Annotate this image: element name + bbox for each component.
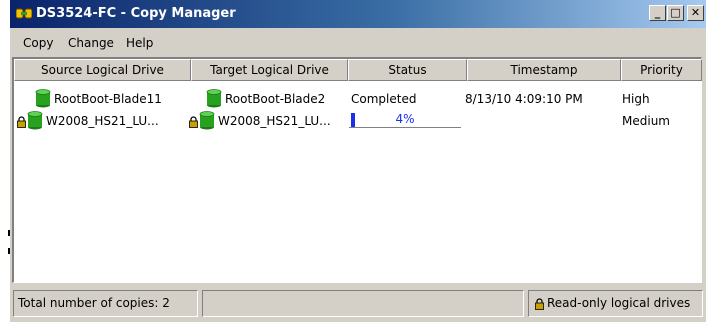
copy-priority: Medium xyxy=(622,114,670,128)
logical-drive-icon xyxy=(35,89,51,108)
copy-status: Completed xyxy=(351,92,417,106)
source-drive-name: W2008_HS21_LU... xyxy=(46,114,159,128)
menu-change[interactable]: Change xyxy=(68,36,114,50)
menu-bar: Copy Change Help xyxy=(10,28,706,56)
close-button[interactable]: ✕ xyxy=(687,5,704,21)
background-edge xyxy=(0,0,10,322)
legend-panel: Read-only logical drives xyxy=(528,290,703,317)
title-bar[interactable]: DS3524-FC - Copy Manager _ □ ✕ xyxy=(10,0,706,28)
status-middle-panel xyxy=(202,290,524,317)
menu-copy[interactable]: Copy xyxy=(23,36,53,50)
source-drive-name: RootBoot-Blade11 xyxy=(54,92,162,106)
copy-priority: High xyxy=(622,92,650,106)
window-title: DS3524-FC - Copy Manager xyxy=(36,6,236,21)
menu-help[interactable]: Help xyxy=(126,36,153,50)
column-header-priority[interactable]: Priority xyxy=(621,59,702,81)
total-copies-panel: Total number of copies: 2 xyxy=(13,290,198,317)
copy-timestamp: 8/13/10 4:09:10 PM xyxy=(465,92,583,106)
legend-text: Read-only logical drives xyxy=(547,296,691,310)
target-drive-name: W2008_HS21_LU... xyxy=(218,114,331,128)
minimize-button[interactable]: _ xyxy=(649,5,666,21)
logical-drive-icon xyxy=(199,111,215,130)
logical-drive-icon xyxy=(27,111,43,130)
table-row[interactable]: RootBoot-Blade11 RootBoot-Blade2 Complet… xyxy=(14,88,702,110)
column-header-target[interactable]: Target Logical Drive xyxy=(191,59,348,81)
column-header-status[interactable]: Status xyxy=(348,59,467,81)
lock-icon xyxy=(535,298,544,310)
column-header-source[interactable]: Source Logical Drive xyxy=(14,59,191,81)
target-drive-name: RootBoot-Blade2 xyxy=(225,92,326,106)
lock-icon xyxy=(17,116,26,128)
copy-progress-bar: 4% xyxy=(349,111,461,128)
total-copies-text: Total number of copies: 2 xyxy=(18,296,170,310)
progress-percent: 4% xyxy=(395,112,415,126)
logical-drive-icon xyxy=(206,89,222,108)
column-header-timestamp[interactable]: Timestamp xyxy=(467,59,621,81)
copy-manager-icon xyxy=(16,8,32,19)
table-row[interactable]: W2008_HS21_LU... W2008_HS21_LU... 4% Med… xyxy=(14,110,702,132)
lock-icon xyxy=(189,116,198,128)
maximize-button[interactable]: □ xyxy=(667,5,684,21)
copy-pairs-list[interactable]: Source Logical Drive Target Logical Driv… xyxy=(12,57,702,283)
copy-manager-window: DS3524-FC - Copy Manager _ □ ✕ Copy Chan… xyxy=(10,0,706,322)
